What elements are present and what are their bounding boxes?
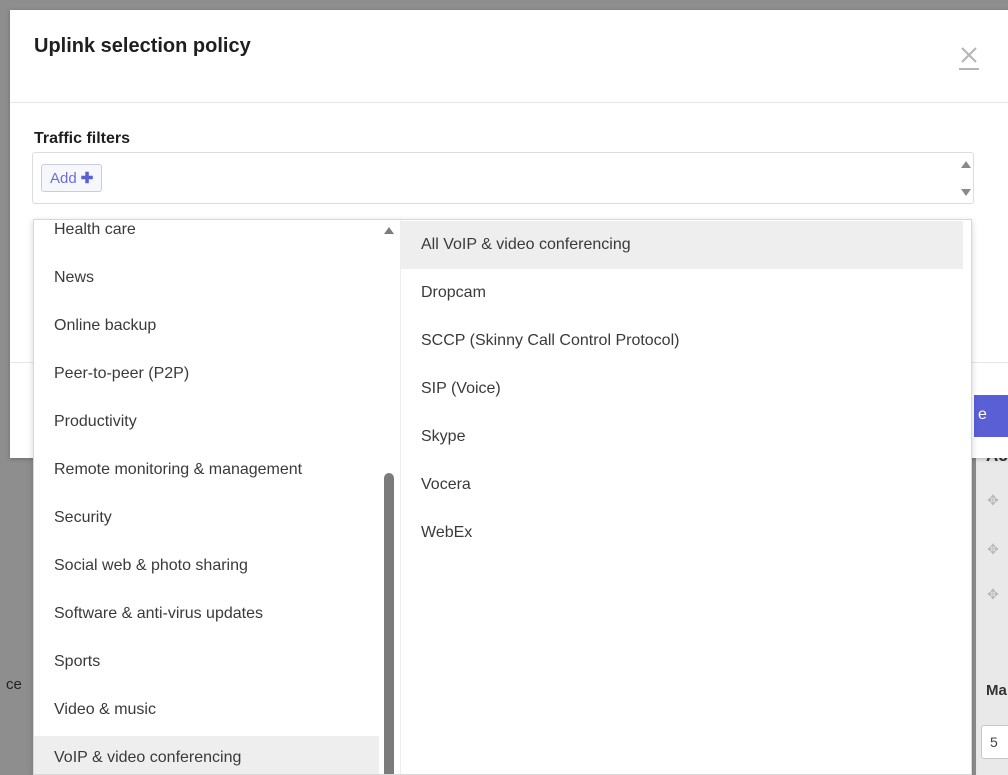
- category-list: Health care News Online backup Peer-to-peer…: [34, 220, 400, 774]
- traffic-filter-dropdown: Health care News Online backup Peer-to-peer…: [33, 219, 972, 775]
- background-left-label: ce: [6, 676, 22, 693]
- category-item[interactable]: Security: [34, 496, 380, 540]
- category-item[interactable]: News: [34, 256, 380, 300]
- add-filter-button[interactable]: Add ✚: [41, 164, 103, 192]
- application-list: All VoIP & video conferencing Dropcam SCCP…: [400, 220, 971, 774]
- scrollbar-thumb[interactable]: [384, 473, 394, 774]
- scroll-up-icon[interactable]: [961, 161, 971, 168]
- plus-icon: ✚: [80, 170, 94, 187]
- screen: Ac ✥ ✥ ✥ Ma 5 ce Uplink selection policy…: [0, 0, 1008, 775]
- category-item[interactable]: Peer-to-peer (P2P): [34, 352, 380, 396]
- modal-header: Uplink selection policy: [10, 10, 1008, 103]
- scroll-down-icon[interactable]: [961, 189, 971, 196]
- background-page: [976, 430, 1008, 775]
- category-scrollbar[interactable]: [379, 220, 400, 774]
- category-item[interactable]: Health care: [34, 220, 380, 252]
- application-item[interactable]: Dropcam: [401, 269, 963, 317]
- category-item[interactable]: Social web & photo sharing: [34, 544, 380, 588]
- add-button-label: Add: [50, 170, 77, 187]
- application-item[interactable]: All VoIP & video conferencing: [401, 221, 963, 269]
- category-item[interactable]: VoIP & video conferencing: [34, 736, 380, 774]
- background-input[interactable]: 5: [981, 725, 1008, 759]
- category-item[interactable]: Software & anti-virus updates: [34, 592, 380, 636]
- category-item[interactable]: Video & music: [34, 688, 380, 732]
- traffic-filters-field[interactable]: Add ✚: [32, 152, 974, 204]
- drag-handle-icon[interactable]: ✥: [985, 541, 1001, 557]
- application-item[interactable]: WebEx: [401, 509, 963, 557]
- category-item[interactable]: Productivity: [34, 400, 380, 444]
- drag-handle-icon[interactable]: ✥: [985, 586, 1001, 602]
- close-icon[interactable]: [958, 42, 980, 72]
- background-primary-button[interactable]: e: [974, 395, 1008, 437]
- traffic-filters-label: Traffic filters: [34, 130, 131, 147]
- application-item[interactable]: Vocera: [401, 461, 963, 509]
- application-item[interactable]: SIP (Voice): [401, 365, 963, 413]
- filter-scroll-control[interactable]: [959, 157, 973, 199]
- application-item[interactable]: SCCP (Skinny Call Control Protocol): [401, 317, 963, 365]
- background-field-label: Ma: [986, 682, 1007, 699]
- category-item[interactable]: Sports: [34, 640, 380, 684]
- scroll-up-icon[interactable]: [384, 227, 394, 234]
- drag-handle-icon[interactable]: ✥: [985, 492, 1001, 508]
- application-item[interactable]: Skype: [401, 413, 963, 461]
- category-item[interactable]: Online backup: [34, 304, 380, 348]
- modal-title: Uplink selection policy: [34, 35, 251, 57]
- category-item[interactable]: Remote monitoring & management: [34, 448, 380, 492]
